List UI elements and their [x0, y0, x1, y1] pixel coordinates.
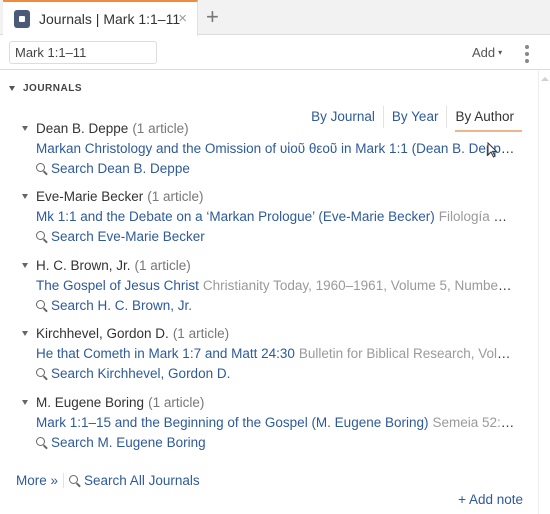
search-author-link[interactable]: Search M. Eugene Boring: [36, 435, 206, 450]
search-icon: [36, 231, 45, 240]
article-item: The Gospel of Jesus Christ Christianity T…: [36, 278, 516, 293]
search-author-label: Search Kirchhevel, Gordon D.: [51, 366, 231, 381]
search-icon: [36, 437, 45, 446]
search-icon: [36, 368, 45, 377]
author-name: M. Eugene Boring: [36, 395, 145, 410]
tab-by-year[interactable]: By Year: [382, 106, 447, 128]
chevron-down-icon: ▾: [498, 48, 503, 57]
author-header[interactable]: Dean B. Deppe (1 article): [22, 121, 189, 136]
article-item: He that Cometh in Mark 1:7 and Matt 24:3…: [36, 346, 516, 361]
footer-links: More » Search All Journals: [16, 473, 200, 488]
search-author-label: Search Eve-Marie Becker: [51, 229, 205, 244]
collapse-triangle-icon: [22, 400, 28, 405]
add-note-button[interactable]: + Add note: [458, 492, 523, 507]
search-author-link[interactable]: Search Dean B. Deppe: [36, 161, 190, 176]
search-author-label: Search Dean B. Deppe: [51, 161, 190, 176]
article-count: (1 article): [132, 121, 189, 136]
article-count: (1 article): [172, 326, 230, 341]
add-button[interactable]: Add ▾: [472, 45, 502, 60]
kebab-dot: [525, 45, 529, 49]
article-count: (1 article): [147, 189, 204, 204]
collapse-triangle-icon: [22, 331, 28, 336]
search-all-label: Search All Journals: [84, 473, 200, 488]
article-source: Christianity Today, 1960–1961, Volume 5,…: [202, 278, 516, 293]
author-name: Dean B. Deppe: [36, 121, 129, 136]
author-name: H. C. Brown, Jr.: [36, 258, 131, 273]
search-author-label: Search H. C. Brown, Jr.: [51, 298, 193, 313]
article-link[interactable]: Mark 1:1–15 and the Beginning of the Gos…: [36, 415, 429, 430]
collapse-triangle-icon: [22, 126, 28, 131]
article-item: Markan Christology and the Omission of υ…: [36, 141, 516, 156]
more-link[interactable]: More »: [16, 473, 65, 488]
search-author-link[interactable]: Search Eve-Marie Becker: [36, 229, 205, 244]
tab-title: Journals | Mark 1:1–11: [39, 11, 181, 27]
search-author-link[interactable]: Search Kirchhevel, Gordon D.: [36, 366, 230, 381]
article-source: Bulletin for Biblical Research, Volume 4: [298, 346, 516, 361]
tab-bar: Journals | Mark 1:1–11 × +: [0, 0, 550, 36]
reference-input[interactable]: [9, 41, 157, 64]
search-icon: [36, 163, 45, 172]
add-label: Add: [472, 45, 496, 60]
article-source: Filología Neote…: [438, 209, 516, 224]
author-name: Kirchhevel, Gordon D.: [36, 326, 169, 341]
collapse-triangle-icon: [22, 263, 28, 268]
article-count: (1 article): [134, 258, 191, 273]
view-tabs: By Journal By Year By Author: [303, 106, 522, 132]
search-icon: [36, 300, 45, 309]
search-all-journals-link[interactable]: Search All Journals: [69, 473, 200, 488]
tab-by-journal[interactable]: By Journal: [303, 106, 383, 128]
new-tab-button[interactable]: +: [206, 4, 219, 30]
mouse-cursor-icon: [487, 142, 498, 158]
section-title: JOURNALS: [23, 83, 83, 94]
article-link[interactable]: Markan Christology and the Omission of υ…: [36, 141, 514, 156]
tab-by-author[interactable]: By Author: [446, 106, 522, 132]
scroll-up-icon[interactable]: [541, 77, 549, 81]
collapse-triangle-icon: [22, 194, 28, 199]
article-link[interactable]: Mk 1:1 and the Debate on a ‘Markan Prolo…: [36, 209, 435, 224]
author-header[interactable]: Eve-Marie Becker (1 article): [22, 189, 204, 204]
journals-panel: JOURNALS By Journal By Year By Author De…: [0, 71, 538, 514]
search-icon: [69, 475, 79, 484]
article-link[interactable]: The Gospel of Jesus Christ: [36, 278, 199, 293]
article-item: Mark 1:1–15 and the Beginning of the Gos…: [36, 415, 516, 430]
close-icon[interactable]: ×: [178, 10, 187, 27]
author-header[interactable]: H. C. Brown, Jr. (1 article): [22, 258, 191, 273]
collapse-triangle-icon: [9, 86, 15, 91]
scrollbar[interactable]: [538, 71, 550, 514]
toolbar: Add▾: [0, 36, 550, 70]
kebab-dot: [525, 59, 529, 63]
journals-icon: [14, 10, 30, 28]
article-link[interactable]: He that Cometh in Mark 1:7 and Matt 24:3…: [36, 346, 295, 361]
author-name: Eve-Marie Becker: [36, 189, 144, 204]
more-options-icon[interactable]: [524, 45, 530, 63]
author-header[interactable]: M. Eugene Boring (1 article): [22, 395, 204, 410]
article-item: Mk 1:1 and the Debate on a ‘Markan Prolo…: [36, 209, 516, 224]
article-count: (1 article): [148, 395, 205, 410]
search-author-label: Search M. Eugene Boring: [51, 435, 206, 450]
kebab-dot: [525, 52, 529, 56]
author-header[interactable]: Kirchhevel, Gordon D. (1 article): [22, 326, 229, 341]
section-header-journals[interactable]: JOURNALS: [9, 83, 82, 94]
search-author-link[interactable]: Search H. C. Brown, Jr.: [36, 298, 192, 313]
article-source: Semeia 52: How…: [432, 415, 517, 430]
tab-journals[interactable]: Journals | Mark 1:1–11 ×: [3, 0, 198, 36]
